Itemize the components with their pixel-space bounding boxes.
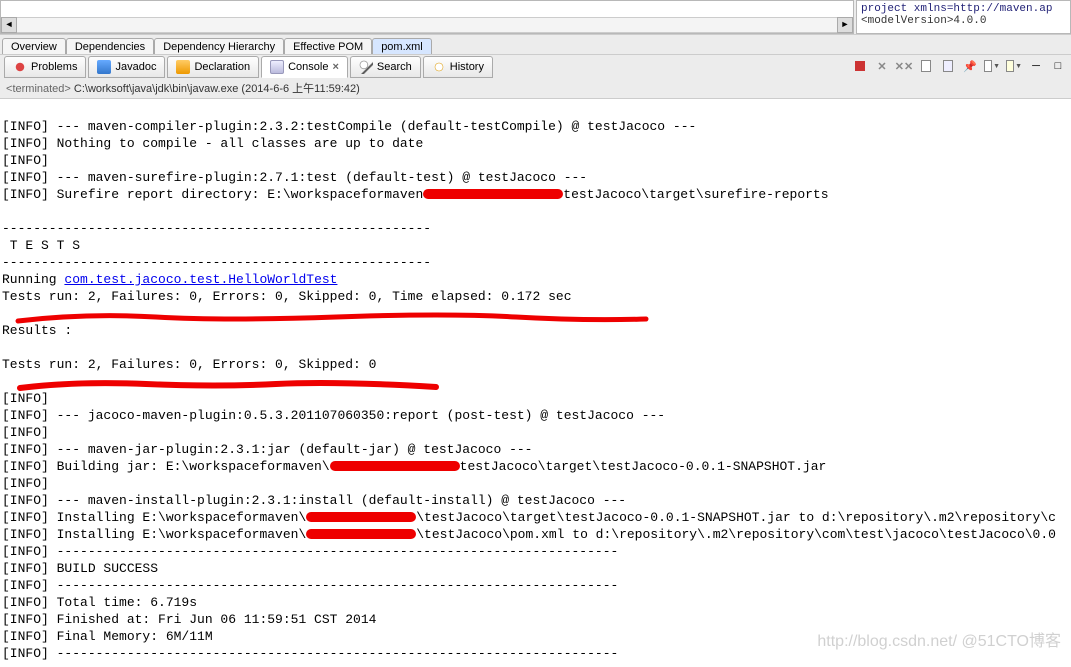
clear-console-button[interactable] <box>917 57 935 75</box>
editor-tab-dependency-hierarchy[interactable]: Dependency Hierarchy <box>154 38 284 55</box>
horizontal-scrollbar[interactable]: ◄ ► <box>1 17 853 33</box>
outline-pane: project xmlns=http://maven.ap <modelVers… <box>856 0 1071 34</box>
console-process-line: <terminated> C:\worksoft\java\jdk\bin\ja… <box>0 78 1071 99</box>
minimize-button[interactable]: ─ <box>1027 57 1045 75</box>
remove-icon: ✕ <box>877 60 886 73</box>
console-line: \testJacoco\target\testJacoco-0.0.1-SNAP… <box>416 510 1056 525</box>
outline-line: <modelVersion>4.0.0 <box>861 15 1066 27</box>
view-tab-declaration[interactable]: Declaration <box>167 56 259 78</box>
console-line: [INFO] ---------------------------------… <box>2 578 618 593</box>
scroll-lock-button[interactable] <box>939 57 957 75</box>
view-tab-problems[interactable]: Problems <box>4 56 86 78</box>
view-tab-console[interactable]: Console × <box>261 56 348 78</box>
console-line: [INFO] --- jacoco-maven-plugin:0.5.3.201… <box>2 408 665 423</box>
console-line: [INFO] <box>2 153 49 168</box>
outline-line: project xmlns=http://maven.ap <box>861 3 1066 15</box>
console-line: [INFO] Total time: 6.719s <box>2 595 197 610</box>
new-console-icon <box>1006 60 1014 72</box>
console-line: [INFO] BUILD SUCCESS <box>2 561 158 576</box>
test-class-link[interactable]: com.test.jacoco.test.HelloWorldTest <box>64 272 337 287</box>
scroll-left-arrow[interactable]: ◄ <box>1 17 17 33</box>
console-line: [INFO] <box>2 476 49 491</box>
console-line: T E S T S <box>2 238 80 253</box>
console-line: [INFO] Finished at: Fri Jun 06 11:59:51 … <box>2 612 376 627</box>
console-line: [INFO] ---------------------------------… <box>2 544 618 559</box>
pin-console-button[interactable]: 📌 <box>961 57 979 75</box>
tab-label: Console <box>288 61 328 73</box>
declaration-icon <box>176 60 190 74</box>
problems-icon <box>13 60 27 74</box>
display-console-button[interactable]: ▼ <box>983 57 1001 75</box>
console-line: Tests run: 2, Failures: 0, Errors: 0, Sk… <box>2 357 376 372</box>
editor-tab-effective-pom[interactable]: Effective POM <box>284 38 372 55</box>
term-path: C:\worksoft\java\jdk\bin\javaw.exe (2014… <box>74 83 360 95</box>
console-line: [INFO] --- maven-compiler-plugin:2.3.2:t… <box>2 119 696 134</box>
console-line: testJacoco\target\surefire-reports <box>563 187 828 202</box>
console-output[interactable]: [INFO] --- maven-compiler-plugin:2.3.2:t… <box>0 99 1071 667</box>
tab-label: Declaration <box>194 61 250 73</box>
console-line: [INFO] --- maven-surefire-plugin:2.7.1:t… <box>2 170 587 185</box>
view-tab-history[interactable]: History <box>423 56 493 78</box>
term-prefix: terminated> <box>12 83 73 95</box>
tab-label: Search <box>377 61 412 73</box>
console-line: [INFO] <box>2 425 49 440</box>
editor-sub-tabs: OverviewDependenciesDependency Hierarchy… <box>0 34 1071 54</box>
redaction-mark <box>306 529 416 539</box>
lock-icon <box>943 60 953 72</box>
page-icon <box>921 60 931 72</box>
pin-icon: 📌 <box>963 60 977 73</box>
console-line: [INFO] <box>2 391 49 406</box>
console-line: [INFO] Surefire report directory: E:\wor… <box>2 187 423 202</box>
redaction-mark <box>423 189 563 199</box>
redaction-mark <box>330 461 460 471</box>
console-line: ----------------------------------------… <box>2 255 431 270</box>
minimize-icon: ─ <box>1032 60 1040 72</box>
console-line: [INFO] Installing E:\workspaceformaven\ <box>2 510 306 525</box>
console-line: ----------------------------------------… <box>2 221 431 236</box>
maximize-button[interactable]: □ <box>1049 57 1067 75</box>
remove-all-icon: ✕✕ <box>895 60 913 73</box>
editor-tab-overview[interactable]: Overview <box>2 38 66 55</box>
console-line: testJacoco\target\testJacoco-0.0.1-SNAPS… <box>460 459 827 474</box>
chevron-down-icon: ▼ <box>1015 63 1022 70</box>
console-line: [INFO] Nothing to compile - all classes … <box>2 136 423 151</box>
watermark-text: http://blog.csdn.net/ @51CTO博客 <box>817 627 1061 651</box>
console-line: [INFO] --- maven-install-plugin:2.3.1:in… <box>2 493 626 508</box>
tab-label: History <box>450 61 484 73</box>
console-line: [INFO] Installing E:\workspaceformaven\ <box>2 527 306 542</box>
chevron-down-icon: ▼ <box>993 63 1000 70</box>
console-line: Results : <box>2 323 72 338</box>
display-icon <box>984 60 992 72</box>
scroll-track[interactable] <box>17 17 837 33</box>
javadoc-icon <box>97 60 111 74</box>
remove-launch-button[interactable]: ✕ <box>873 57 891 75</box>
open-console-button[interactable]: ▼ <box>1005 57 1023 75</box>
console-line: [INFO] Final Memory: 6M/11M <box>2 629 213 644</box>
stop-icon <box>855 61 865 71</box>
view-tab-javadoc[interactable]: Javadoc <box>88 56 165 78</box>
tab-label: Problems <box>31 61 77 73</box>
search-icon <box>359 60 373 74</box>
editor-tab-dependencies[interactable]: Dependencies <box>66 38 154 55</box>
console-icon <box>270 60 284 74</box>
close-icon[interactable]: × <box>332 61 338 73</box>
console-line: Tests run: 2, Failures: 0, Errors: 0, Sk… <box>2 289 572 304</box>
editor-pane: ◄ ► <box>0 0 854 34</box>
console-line: \testJacoco\pom.xml to d:\repository\.m2… <box>416 527 1056 542</box>
console-line: [INFO] --- maven-jar-plugin:2.3.1:jar (d… <box>2 442 533 457</box>
scroll-right-arrow[interactable]: ► <box>837 17 853 33</box>
redaction-mark <box>306 512 416 522</box>
tab-label: Javadoc <box>115 61 156 73</box>
history-icon <box>432 60 446 74</box>
editor-tab-pom-xml[interactable]: pom.xml <box>372 38 432 55</box>
terminate-button[interactable] <box>851 57 869 75</box>
remove-all-button[interactable]: ✕✕ <box>895 57 913 75</box>
console-toolbar: ✕ ✕✕ 📌 ▼ ▼ ─ □ <box>851 57 1067 75</box>
console-line: Running <box>2 272 64 287</box>
view-tab-bar: Problems Javadoc Declaration Console × Search… <box>0 54 1071 78</box>
maximize-icon: □ <box>1055 60 1062 72</box>
console-line: [INFO] Building jar: E:\workspaceformave… <box>2 459 330 474</box>
view-tab-search[interactable]: Search <box>350 56 421 78</box>
